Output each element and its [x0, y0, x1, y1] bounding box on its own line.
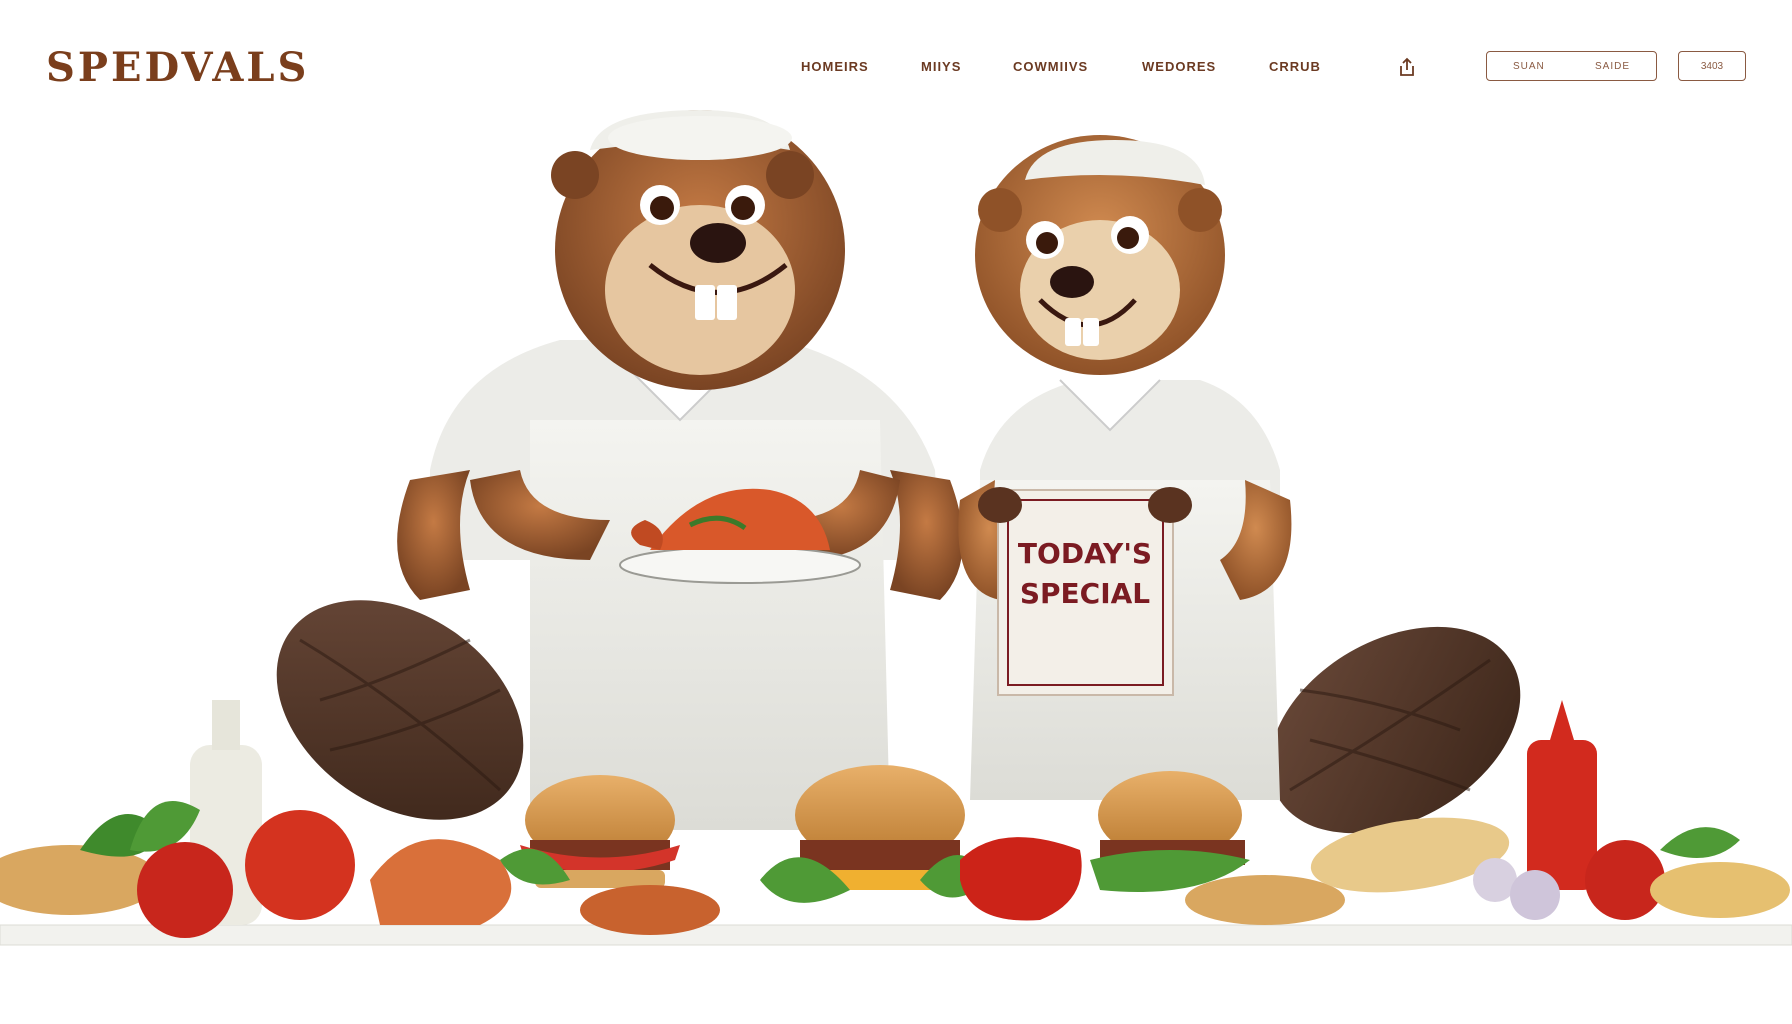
nav-item-cowmiivs[interactable]: COWMIIVS	[1013, 59, 1088, 74]
count-button[interactable]: 3403	[1678, 51, 1746, 81]
todays-special-line1: TODAY'S	[1018, 537, 1152, 570]
search-toggle[interactable]: SUAN SAIDE	[1486, 51, 1657, 81]
nav-item-crrub[interactable]: CRRUB	[1269, 59, 1321, 74]
search-right-label: SAIDE	[1594, 60, 1630, 72]
nav-item-homeirs[interactable]: HOMEIRS	[801, 59, 869, 74]
counter	[0, 924, 1792, 946]
hero-illustration: TODAY'S SPECIAL	[0, 0, 1792, 1024]
food-row	[0, 700, 1790, 938]
todays-special-line2: SPECIAL	[1020, 577, 1150, 610]
site-header: SPEDVALS HOMEIRS MIIYS COWMIIVS WEDORES …	[0, 0, 1792, 130]
count-label: 3403	[1700, 60, 1724, 72]
nav-item-wedores[interactable]: WEDORES	[1142, 59, 1216, 74]
beaver-chefs-illustration: TODAY'S SPECIAL	[0, 110, 1792, 946]
right-beaver: TODAY'S SPECIAL	[958, 135, 1292, 800]
nav-item-miiys[interactable]: MIIYS	[921, 59, 961, 74]
search-left-label: SUAN	[1513, 60, 1545, 72]
share-icon[interactable]	[1396, 56, 1418, 78]
brand-logo[interactable]: SPEDVALS	[46, 44, 309, 91]
